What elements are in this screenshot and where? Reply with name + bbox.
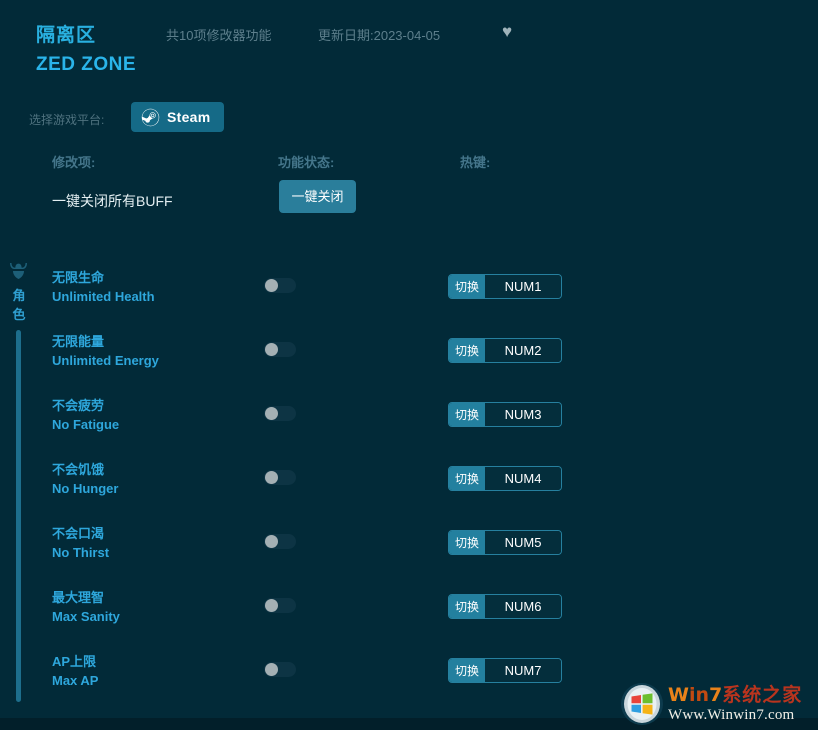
cheat-hotkey-button[interactable]: 切换 NUM3 (448, 402, 563, 427)
watermark-url: Www.Winwin7.com (668, 706, 795, 723)
hotkey-key-label: NUM4 (485, 467, 562, 490)
platform-label: 选择游戏平台: (29, 113, 105, 127)
hotkey-action-label: 切换 (449, 595, 486, 618)
cheat-name-en: Unlimited Health (52, 289, 155, 304)
cheat-row: 不会口渴 No Thirst 切换 NUM5 (0, 518, 818, 582)
cheat-list: 无限生命 Unlimited Health 切换 NUM1 无限能量 Unlim… (0, 262, 818, 710)
cheat-row-names: AP上限 Max AP (52, 653, 98, 689)
cheat-toggle[interactable] (264, 406, 296, 421)
watermark-text: Win7系统之家 Www.Winwin7.com (668, 683, 803, 724)
cheat-name-en: Unlimited Energy (52, 353, 159, 368)
cheat-name-cn: 不会饥饿 (52, 462, 105, 477)
cheat-name-cn: 不会疲劳 (52, 398, 105, 413)
hotkey-key-label: NUM6 (485, 595, 562, 618)
cheat-hotkey-button[interactable]: 切换 NUM1 (448, 274, 563, 299)
toggle-knob (265, 535, 278, 548)
cheat-row-names: 无限能量 Unlimited Energy (52, 333, 159, 369)
disable-all-buffs-label: 一键关闭所有BUFF (52, 193, 173, 209)
hotkey-action-label: 切换 (449, 659, 486, 682)
cheat-toggle[interactable] (264, 534, 296, 549)
hotkey-action-label: 切换 (449, 531, 486, 554)
cheat-name-cn: 无限生命 (52, 270, 105, 285)
cheat-name-en: Max AP (52, 673, 99, 688)
toggle-knob (265, 663, 278, 676)
cheat-hotkey-button[interactable]: 切换 NUM2 (448, 338, 563, 363)
column-header-name: 修改项: (52, 155, 96, 170)
favorite-heart-icon[interactable]: ♥ (497, 22, 517, 42)
hotkey-key-label: NUM7 (485, 659, 562, 682)
hotkey-key-label: NUM3 (485, 403, 562, 426)
cheat-toggle[interactable] (264, 598, 296, 613)
cheat-hotkey-button[interactable]: 切换 NUM6 (448, 594, 563, 619)
cheat-toggle[interactable] (264, 278, 296, 293)
platform-steam-button[interactable]: Steam (131, 102, 224, 132)
hotkey-action-label: 切换 (449, 339, 486, 362)
site-watermark: Win7系统之家 Www.Winwin7.com (620, 678, 818, 730)
cheat-hotkey-button[interactable]: 切换 NUM7 (448, 658, 563, 683)
toggle-knob (265, 343, 278, 356)
hotkey-key-label: NUM1 (485, 275, 562, 298)
cheat-row: 无限生命 Unlimited Health 切换 NUM1 (0, 262, 818, 326)
cheat-toggle[interactable] (264, 342, 296, 357)
cheat-row: 最大理智 Max Sanity 切换 NUM6 (0, 582, 818, 646)
cheat-toggle[interactable] (264, 470, 296, 485)
cheat-row-names: 不会疲劳 No Fatigue (52, 397, 119, 433)
cheat-toggle[interactable] (264, 662, 296, 677)
cheat-hotkey-button[interactable]: 切换 NUM4 (448, 466, 563, 491)
hotkey-key-label: NUM2 (485, 339, 562, 362)
steam-icon (141, 108, 160, 126)
hotkey-action-label: 切换 (449, 467, 486, 490)
cheat-name-cn: AP上限 (52, 654, 97, 669)
page-title-cn: 隔离区 (36, 25, 97, 46)
watermark-brand-cn: 系统之家 (722, 683, 803, 706)
cheat-row: 不会疲劳 No Fatigue 切换 NUM3 (0, 390, 818, 454)
disable-all-buffs-button[interactable]: 一键关闭 (279, 180, 356, 213)
hotkey-action-label: 切换 (449, 403, 486, 426)
cheat-name-en: No Thirst (52, 545, 110, 560)
app-header: 隔离区 ZED ZONE 共10项修改器功能 更新日期:2023-04-05 ♥ (0, 0, 818, 92)
hotkey-key-label: NUM5 (485, 531, 562, 554)
cheat-name-cn: 最大理智 (52, 590, 105, 605)
cheat-row-names: 不会口渴 No Thirst (52, 525, 109, 561)
toggle-knob (265, 599, 278, 612)
page-title-en: ZED ZONE (36, 54, 137, 75)
watermark-brand-in: in (688, 683, 710, 706)
cheat-row-names: 无限生命 Unlimited Health (52, 269, 155, 305)
cheat-row-names: 不会饥饿 No Hunger (52, 461, 118, 497)
cheat-row-names: 最大理智 Max Sanity (52, 589, 120, 625)
watermark-brand-win: W (668, 683, 689, 706)
cheat-name-en: Max Sanity (52, 609, 120, 624)
watermark-brand-seven: 7 (709, 683, 723, 706)
toggle-knob (265, 279, 278, 292)
feature-count-label: 共10项修改器功能 (166, 28, 272, 43)
column-header-status: 功能状态: (278, 155, 335, 170)
toggle-knob (265, 407, 278, 420)
platform-selector-row: 选择游戏平台: Steam (0, 102, 818, 136)
windows-orb-icon (621, 683, 663, 725)
watermark-brand: Win7系统之家 (668, 683, 803, 706)
disable-all-buffs-row: 一键关闭所有BUFF 一键关闭 (0, 180, 818, 222)
platform-steam-label: Steam (167, 109, 211, 125)
hotkey-action-label: 切换 (449, 275, 486, 298)
cheat-row: 无限能量 Unlimited Energy 切换 NUM2 (0, 326, 818, 390)
cheat-name-cn: 无限能量 (52, 334, 105, 349)
column-headers: 修改项: 功能状态: 热键: (0, 152, 818, 172)
cheat-name-en: No Fatigue (52, 417, 120, 432)
column-header-hotkey: 热键: (460, 155, 491, 170)
cheat-name-en: No Hunger (52, 481, 119, 496)
cheat-row: 不会饥饿 No Hunger 切换 NUM4 (0, 454, 818, 518)
cheat-name-cn: 不会口渴 (52, 526, 105, 541)
toggle-knob (265, 471, 278, 484)
cheat-hotkey-button[interactable]: 切换 NUM5 (448, 530, 563, 555)
update-date-label: 更新日期:2023-04-05 (318, 28, 441, 43)
